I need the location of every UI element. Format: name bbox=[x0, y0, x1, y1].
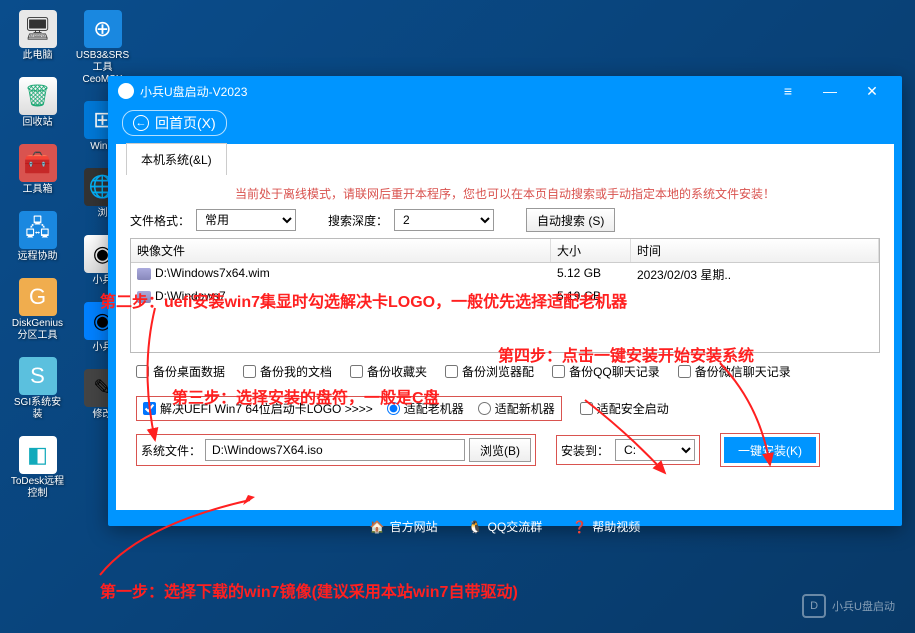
desktop-app-icon: ◧ bbox=[19, 436, 57, 474]
desktop-icon-label: ToDesk远程控制 bbox=[10, 476, 65, 500]
th-size[interactable]: 大小 bbox=[551, 239, 631, 262]
drive-select[interactable]: C: bbox=[615, 439, 695, 461]
desktop-icon-label: 回收站 bbox=[10, 117, 65, 129]
table-row[interactable]: D:\Windows7x64.wim5.12 GB2023/02/03 星期.. bbox=[131, 263, 879, 286]
backup-checkbox[interactable]: 备份浏览器配 bbox=[445, 363, 534, 380]
th-file[interactable]: 映像文件 bbox=[131, 239, 551, 262]
new-machine-radio[interactable]: 适配新机器 bbox=[478, 400, 555, 417]
home-icon: 🏠 bbox=[370, 520, 385, 534]
th-time[interactable]: 时间 bbox=[631, 239, 879, 262]
old-machine-radio[interactable]: 适配老机器 bbox=[387, 400, 464, 417]
desktop-app-icon: 🖥 bbox=[19, 10, 57, 48]
annotation-step1: 第一步：选择下载的win7镜像(建议采用本站win7自带驱动) bbox=[100, 578, 518, 602]
offline-warning: 当前处于离线模式，请联网后重开本程序，您也可以在本页自动搜索或手动指定本地的系统… bbox=[130, 183, 880, 208]
desktop-app-icon: 🧰 bbox=[19, 144, 57, 182]
desktop-app-icon: ⊕ bbox=[84, 10, 122, 48]
desktop-app-icon: G bbox=[19, 278, 57, 316]
titlebar: 小兵U盘启动-V2023 ≡ — ✕ bbox=[108, 76, 902, 106]
app-window: 小兵U盘启动-V2023 ≡ — ✕ ← 回首页(X) 本机系统(&L) 当前处… bbox=[108, 76, 902, 526]
desktop-icon[interactable]: 🗑 回收站 bbox=[10, 77, 65, 129]
desktop-icon[interactable]: 🖥 此电脑 bbox=[10, 10, 65, 62]
desktop-icon[interactable]: ⊕USB3&SRS工具CeoMSX bbox=[75, 10, 130, 86]
uefi-options-box: 解决UEFI Win7 64位启动卡LOGO >>>> 适配老机器 适配新机器 bbox=[136, 396, 562, 421]
desktop-icon[interactable]: SSGI系统安装 bbox=[10, 357, 65, 421]
watermark-logo-icon: D bbox=[802, 594, 826, 618]
desktop-icon[interactable]: ◧ToDesk远程控制 bbox=[10, 436, 65, 500]
footer-qq[interactable]: 🐧QQ交流群 bbox=[468, 518, 543, 535]
backup-checkbox[interactable]: 备份收藏夹 bbox=[350, 363, 427, 380]
footer-help[interactable]: ❓帮助视频 bbox=[572, 518, 640, 535]
file-format-select[interactable]: 常用 bbox=[196, 209, 296, 231]
system-file-box: 系统文件： 浏览(B) bbox=[136, 434, 536, 466]
image-file-table: 映像文件 大小 时间 D:\Windows7x64.wim5.12 GB2023… bbox=[130, 238, 880, 353]
table-row[interactable]: D:\Windows75.19 GB bbox=[131, 286, 879, 306]
desktop-app-icon: 🖧 bbox=[19, 211, 57, 249]
desktop-app-icon: 🗑 bbox=[19, 77, 57, 115]
uefi-fix-checkbox[interactable]: 解决UEFI Win7 64位启动卡LOGO >>>> bbox=[143, 400, 373, 417]
file-format-label: 文件格式： bbox=[130, 212, 190, 229]
desktop-icon-label: 此电脑 bbox=[10, 50, 65, 62]
sysfile-label: 系统文件： bbox=[141, 442, 201, 459]
desktop-icon-label: 远程协助 bbox=[10, 251, 65, 263]
menu-button[interactable]: ≡ bbox=[768, 79, 808, 103]
search-depth-select[interactable]: 2 bbox=[394, 209, 494, 231]
browse-button[interactable]: 浏览(B) bbox=[469, 438, 531, 462]
footer-website[interactable]: 🏠官方网站 bbox=[370, 518, 438, 535]
backup-checkbox[interactable]: 备份QQ聊天记录 bbox=[552, 363, 660, 380]
close-button[interactable]: ✕ bbox=[852, 79, 892, 103]
help-icon: ❓ bbox=[572, 520, 587, 534]
tab-local-system[interactable]: 本机系统(&L) bbox=[126, 143, 227, 175]
one-click-install-button[interactable]: 一键安装(K) bbox=[724, 437, 816, 463]
back-home-button[interactable]: ← 回首页(X) bbox=[122, 110, 227, 136]
disk-icon bbox=[137, 291, 151, 303]
desktop-app-icon: S bbox=[19, 357, 57, 395]
auto-search-button[interactable]: 自动搜索 (S) bbox=[526, 208, 615, 232]
search-depth-label: 搜索深度： bbox=[328, 212, 388, 229]
disk-icon bbox=[137, 268, 151, 280]
app-icon bbox=[118, 83, 134, 99]
minimize-button[interactable]: — bbox=[810, 79, 850, 103]
desktop-icon-label: SGI系统安装 bbox=[10, 397, 65, 421]
qq-icon: 🐧 bbox=[468, 520, 483, 534]
backup-checkbox[interactable]: 备份微信聊天记录 bbox=[678, 363, 791, 380]
desktop-icon[interactable]: 🖧 远程协助 bbox=[10, 211, 65, 263]
back-arrow-icon: ← bbox=[133, 115, 149, 131]
sysfile-input[interactable] bbox=[205, 439, 465, 461]
desktop-icon[interactable]: GDiskGenius分区工具 bbox=[10, 278, 65, 342]
window-title: 小兵U盘启动-V2023 bbox=[140, 83, 247, 100]
backup-checkbox[interactable]: 备份我的文档 bbox=[243, 363, 332, 380]
desktop-icon-label: 工具箱 bbox=[10, 184, 65, 196]
watermark: D 小兵U盘启动 bbox=[802, 594, 895, 618]
install-target-box: 安装到： C: bbox=[556, 435, 700, 465]
install-to-label: 安装到： bbox=[561, 442, 609, 459]
desktop-icon-label: DiskGenius分区工具 bbox=[10, 318, 65, 342]
desktop-icon[interactable]: 🧰 工具箱 bbox=[10, 144, 65, 196]
backup-checkbox[interactable]: 备份桌面数据 bbox=[136, 363, 225, 380]
safe-boot-checkbox[interactable]: 适配安全启动 bbox=[580, 400, 669, 417]
